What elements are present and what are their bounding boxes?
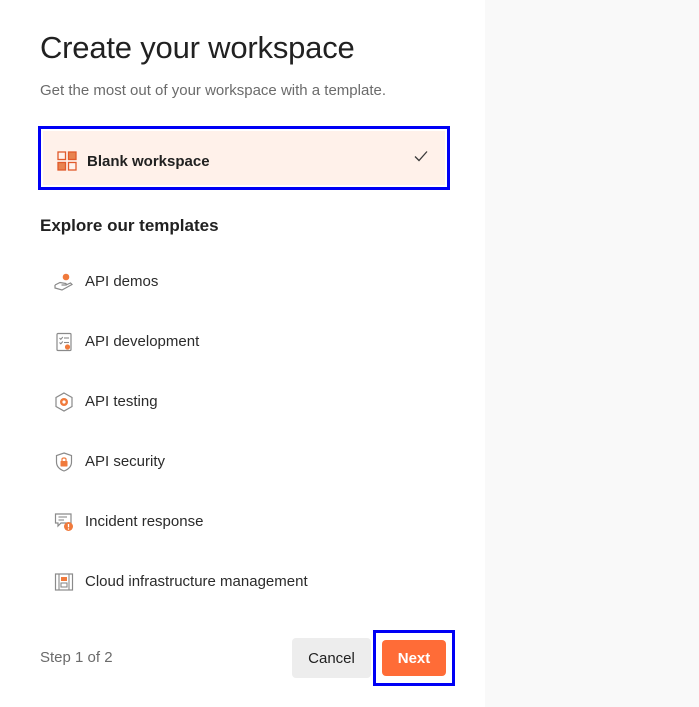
next-button-highlight: Next	[373, 630, 455, 686]
template-label: API testing	[85, 393, 158, 410]
cancel-button[interactable]: Cancel	[292, 638, 371, 678]
alert-message-icon	[54, 513, 73, 531]
template-api-security[interactable]: API security	[40, 440, 450, 484]
template-api-demos[interactable]: API demos	[40, 260, 450, 304]
template-incident-response[interactable]: Incident response	[40, 500, 450, 544]
template-cloud-infrastructure[interactable]: Cloud infrastructure management	[40, 560, 450, 604]
page-title: Create your workspace	[40, 30, 355, 65]
templates-heading: Explore our templates	[40, 216, 219, 235]
template-label: API demos	[85, 273, 159, 290]
next-button[interactable]: Next	[382, 640, 446, 676]
template-label: Cloud infrastructure management	[85, 573, 308, 590]
check-icon	[414, 151, 428, 162]
workspace-panel: Create your workspace Get the most out o…	[0, 0, 485, 707]
preview-panel	[485, 0, 699, 707]
template-label: API security	[85, 453, 166, 470]
template-api-development[interactable]: API development	[40, 320, 450, 364]
template-label: API development	[85, 333, 200, 350]
grid-icon	[57, 151, 77, 171]
page-subtitle: Get the most out of your workspace with …	[40, 82, 386, 99]
blank-workspace-label: Blank workspace	[87, 153, 210, 170]
lock-shield-icon	[55, 452, 73, 472]
template-api-testing[interactable]: API testing	[40, 380, 450, 424]
step-indicator: Step 1 of 2	[40, 649, 113, 666]
template-label: Incident response	[85, 513, 204, 530]
gear-hexagon-icon	[55, 392, 73, 412]
checklist-icon	[56, 332, 72, 352]
blank-workspace-option[interactable]: Blank workspace	[38, 126, 450, 190]
hand-icon	[54, 273, 73, 291]
server-icon	[54, 573, 74, 591]
